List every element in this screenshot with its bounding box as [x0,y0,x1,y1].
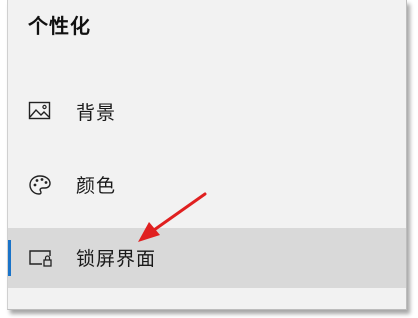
lock-screen-icon [28,248,52,268]
sidebar-item-label: 背景 [76,102,117,124]
selected-indicator [8,240,11,276]
page-title: 个性化 [28,14,91,38]
sidebar-item-label: 颜色 [76,175,117,197]
settings-window: 个性化 背景 颜色 锁屏界面 [7,0,407,310]
picture-icon [28,101,52,121]
sidebar-item-color[interactable]: 颜色 [8,156,406,212]
sidebar-item-background[interactable]: 背景 [8,83,406,139]
sidebar-item-label: 锁屏界面 [76,248,157,270]
palette-icon [28,174,52,195]
sidebar-item-lock-screen[interactable]: 锁屏界面 [8,228,406,288]
